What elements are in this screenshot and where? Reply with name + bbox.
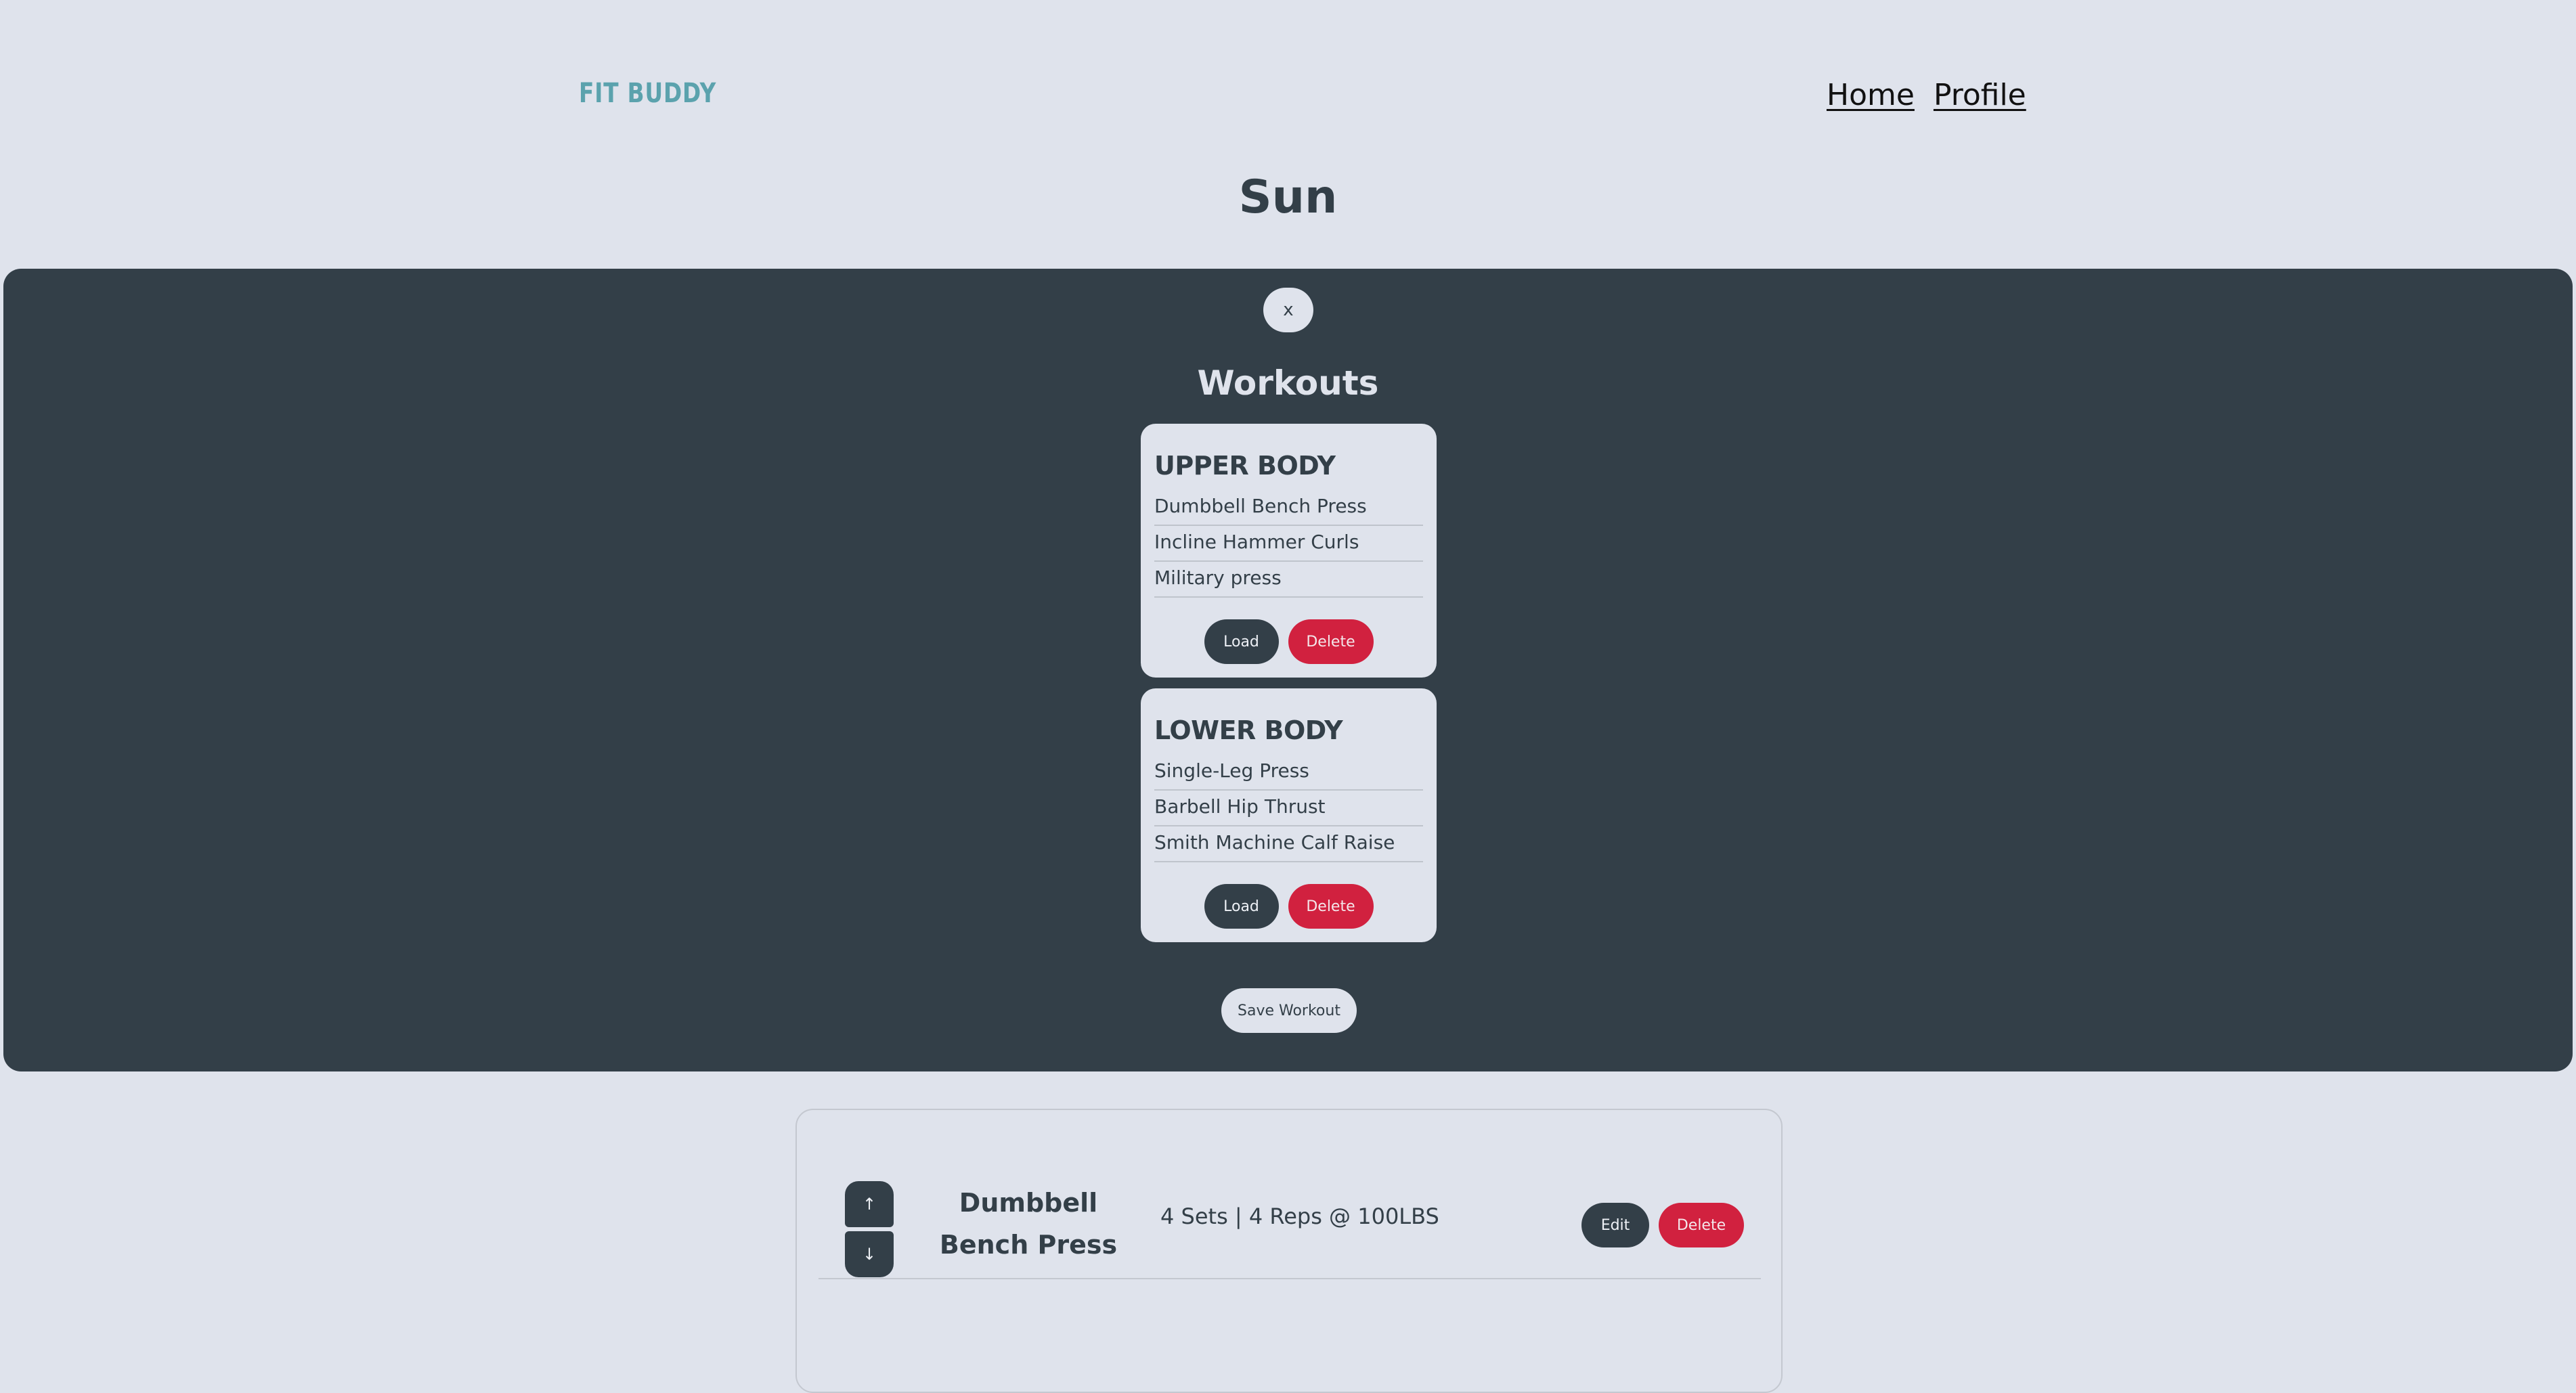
workout-name: LOWER BODY: [1154, 715, 1343, 745]
exercise-stats: 4 Sets | 4 Reps @ 100LBS: [1160, 1203, 1439, 1229]
workout-card: LOWER BODY Single-Leg Press Barbell Hip …: [1141, 688, 1437, 942]
workout-card: UPPER BODY Dumbbell Bench Press Incline …: [1141, 424, 1437, 678]
save-workout-button[interactable]: Save Workout: [1221, 988, 1357, 1033]
modal-title: Workouts: [1197, 363, 1379, 403]
workout-exercise-item: Single-Leg Press: [1154, 755, 1423, 791]
exercise-name: Dumbbell Bench Press: [939, 1188, 1118, 1260]
workout-exercise-item: Incline Hammer Curls: [1154, 526, 1423, 562]
move-up-button[interactable]: ↑: [845, 1181, 894, 1227]
exercise-row: ↑ ↓ Dumbbell Bench Press 4 Sets | 4 Reps…: [818, 1171, 1761, 1279]
workout-card-actions: Load Delete: [1141, 884, 1437, 929]
close-modal-button[interactable]: x: [1263, 288, 1313, 332]
workout-exercise-item: Barbell Hip Thrust: [1154, 791, 1423, 826]
delete-exercise-button[interactable]: Delete: [1659, 1203, 1744, 1247]
workout-exercise-item: Dumbbell Bench Press: [1154, 490, 1423, 526]
workout-list: UPPER BODY Dumbbell Bench Press Incline …: [1141, 424, 1437, 942]
workout-exercise-item: Military press: [1154, 562, 1423, 598]
reorder-controls: ↑ ↓: [845, 1181, 894, 1277]
delete-workout-button[interactable]: Delete: [1288, 884, 1374, 929]
nav-link-home[interactable]: Home: [1827, 78, 1915, 112]
workouts-modal: x Workouts UPPER BODY Dumbbell Bench Pre…: [3, 269, 2573, 1071]
page-title: Sun: [1238, 171, 1338, 224]
main-nav: Home Profile: [1827, 78, 2026, 112]
move-down-button[interactable]: ↓: [845, 1231, 894, 1277]
workout-card-actions: Load Delete: [1141, 619, 1437, 664]
nav-link-profile[interactable]: Profile: [1934, 78, 2026, 112]
delete-workout-button[interactable]: Delete: [1288, 619, 1374, 664]
exercise-panel: ↑ ↓ Dumbbell Bench Press 4 Sets | 4 Reps…: [795, 1109, 1783, 1393]
edit-exercise-button[interactable]: Edit: [1581, 1203, 1649, 1247]
logo[interactable]: FIT BUDDY: [579, 78, 716, 109]
workout-name: UPPER BODY: [1154, 451, 1336, 481]
exercise-row-actions: Edit Delete: [1581, 1203, 1744, 1247]
load-workout-button[interactable]: Load: [1204, 884, 1279, 929]
load-workout-button[interactable]: Load: [1204, 619, 1279, 664]
workout-exercise-item: Smith Machine Calf Raise: [1154, 826, 1423, 862]
